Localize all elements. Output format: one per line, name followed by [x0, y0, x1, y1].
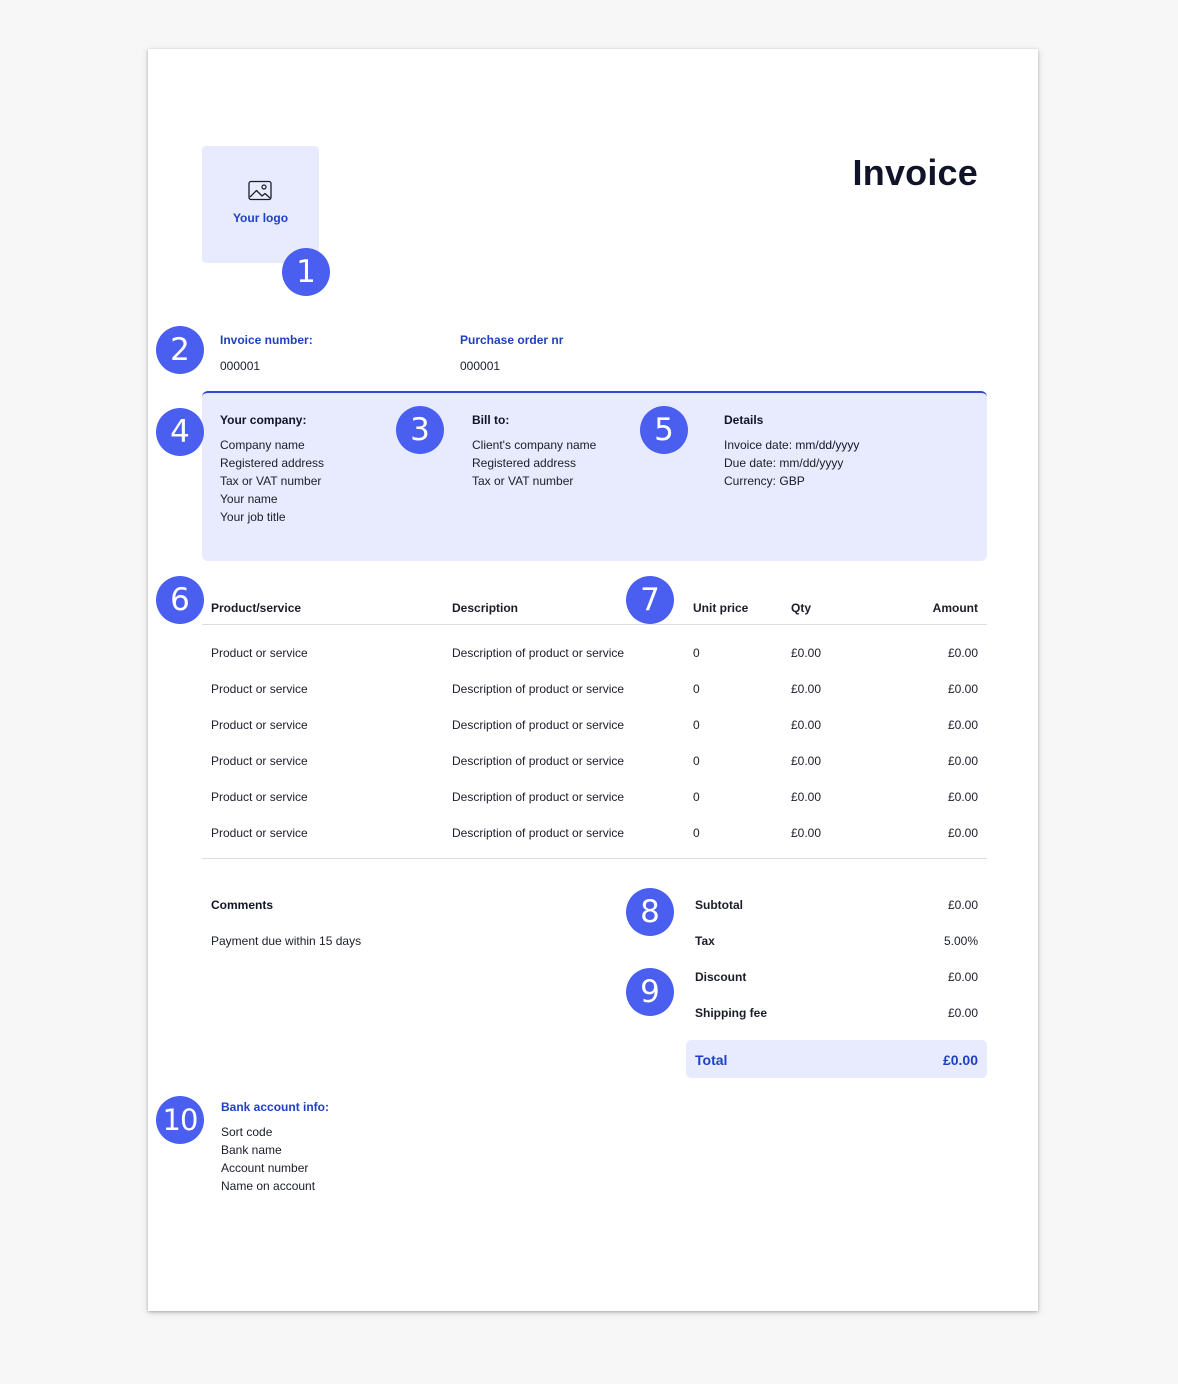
subtotal-label: Subtotal	[695, 898, 743, 912]
bill-to-details: Client's company name Registered address…	[472, 436, 596, 490]
row-amount: £0.00	[947, 754, 978, 768]
row-unit-price: 0	[693, 718, 700, 732]
row-amount: £0.00	[947, 826, 978, 840]
currency-value: GBP	[779, 474, 805, 488]
logo-label: Your logo	[232, 211, 289, 225]
row-amount: £0.00	[947, 646, 978, 660]
row-qty: £0.00	[791, 646, 822, 660]
row-description: Description of product or service	[452, 826, 625, 840]
shipping-value[interactable]: £0.00	[948, 1006, 978, 1020]
bank-line[interactable]: Bank name	[221, 1141, 315, 1159]
company-heading: Your company:	[220, 413, 307, 427]
row-product: Product or service	[211, 826, 308, 840]
step-badge-1: 1	[282, 248, 330, 296]
bank-line[interactable]: Name on account	[221, 1177, 315, 1195]
details-list: Invoice date: mm/dd/yyyy Due date: mm/dd…	[724, 436, 859, 490]
currency-line[interactable]: Currency: GBP	[724, 472, 859, 490]
row-description: Description of product or service	[452, 790, 625, 804]
details-heading: Details	[724, 413, 764, 427]
step-badge-2: 2	[156, 326, 204, 374]
invoice-date-label: Invoice date:	[724, 438, 793, 452]
invoice-date-line[interactable]: Invoice date: mm/dd/yyyy	[724, 436, 859, 454]
image-icon	[248, 180, 272, 201]
row-product: Product or service	[211, 790, 308, 804]
invoice-date-value: mm/dd/yyyy	[795, 438, 860, 452]
company-details: Company name Registered address Tax or V…	[220, 436, 324, 526]
step-badge-7: 7	[626, 576, 674, 624]
row-description: Description of product or service	[452, 682, 625, 696]
comments-heading: Comments	[211, 898, 274, 912]
col-header-amount: Amount	[932, 601, 978, 615]
bill-to-line[interactable]: Registered address	[472, 454, 596, 472]
total-value: £0.00	[942, 1052, 978, 1068]
bank-line[interactable]: Account number	[221, 1159, 315, 1177]
step-badge-4: 4	[156, 408, 204, 456]
total-bar: Total £0.00	[686, 1040, 987, 1078]
purchase-order-value[interactable]: 000001	[460, 359, 500, 373]
row-qty: £0.00	[791, 718, 822, 732]
step-badge-3: 3	[396, 406, 444, 454]
purchase-order-label: Purchase order nr	[460, 333, 564, 347]
row-unit-price: 0	[693, 754, 700, 768]
bank-line[interactable]: Sort code	[221, 1123, 315, 1141]
table-footer-divider	[202, 858, 987, 859]
row-qty: £0.00	[791, 790, 822, 804]
col-header-description: Description	[452, 601, 519, 615]
invoice-title: Invoice	[852, 152, 978, 193]
row-product: Product or service	[211, 682, 308, 696]
tax-label: Tax	[695, 934, 715, 948]
company-line[interactable]: Tax or VAT number	[220, 472, 324, 490]
row-qty: £0.00	[791, 754, 822, 768]
discount-label: Discount	[695, 970, 747, 984]
company-line[interactable]: Company name	[220, 436, 324, 454]
tax-value[interactable]: 5.00%	[944, 934, 978, 948]
row-description: Description of product or service	[452, 646, 625, 660]
row-description: Description of product or service	[452, 718, 625, 732]
col-header-product: Product/service	[211, 601, 302, 615]
bill-to-heading: Bill to:	[472, 413, 510, 427]
row-amount: £0.00	[947, 718, 978, 732]
row-unit-price: 0	[693, 682, 700, 696]
company-line[interactable]: Your name	[220, 490, 324, 508]
table-header-divider	[202, 624, 987, 625]
step-badge-10: 10	[156, 1096, 204, 1144]
bill-to-line[interactable]: Client's company name	[472, 436, 596, 454]
company-line[interactable]: Registered address	[220, 454, 324, 472]
row-qty: £0.00	[791, 682, 822, 696]
currency-label: Currency:	[724, 474, 777, 488]
discount-value[interactable]: £0.00	[948, 970, 978, 984]
invoice-number-label: Invoice number:	[220, 333, 313, 347]
row-description: Description of product or service	[452, 754, 625, 768]
row-qty: £0.00	[791, 826, 822, 840]
row-amount: £0.00	[947, 682, 978, 696]
step-badge-5: 5	[640, 406, 688, 454]
step-badge-8: 8	[626, 888, 674, 936]
row-product: Product or service	[211, 754, 308, 768]
shipping-label: Shipping fee	[695, 1006, 767, 1020]
step-badge-6: 6	[156, 576, 204, 624]
total-label: Total	[695, 1052, 728, 1068]
due-date-line[interactable]: Due date: mm/dd/yyyy	[724, 454, 859, 472]
company-line[interactable]: Your job title	[220, 508, 324, 526]
step-badge-9: 9	[626, 968, 674, 1016]
col-header-qty: Qty	[791, 601, 812, 615]
row-unit-price: 0	[693, 790, 700, 804]
bank-details: Sort code Bank name Account number Name …	[221, 1123, 315, 1195]
col-header-unit-price: Unit price	[693, 601, 749, 615]
bank-heading: Bank account info:	[221, 1100, 330, 1114]
bill-to-line[interactable]: Tax or VAT number	[472, 472, 596, 490]
row-unit-price: 0	[693, 646, 700, 660]
subtotal-value: £0.00	[947, 898, 978, 912]
comments-text[interactable]: Payment due within 15 days	[211, 934, 361, 948]
row-product: Product or service	[211, 646, 308, 660]
row-amount: £0.00	[947, 790, 978, 804]
row-unit-price: 0	[693, 826, 700, 840]
row-product: Product or service	[211, 718, 308, 732]
logo-placeholder[interactable]: Your logo	[202, 146, 319, 263]
invoice-number-value[interactable]: 000001	[220, 359, 260, 373]
